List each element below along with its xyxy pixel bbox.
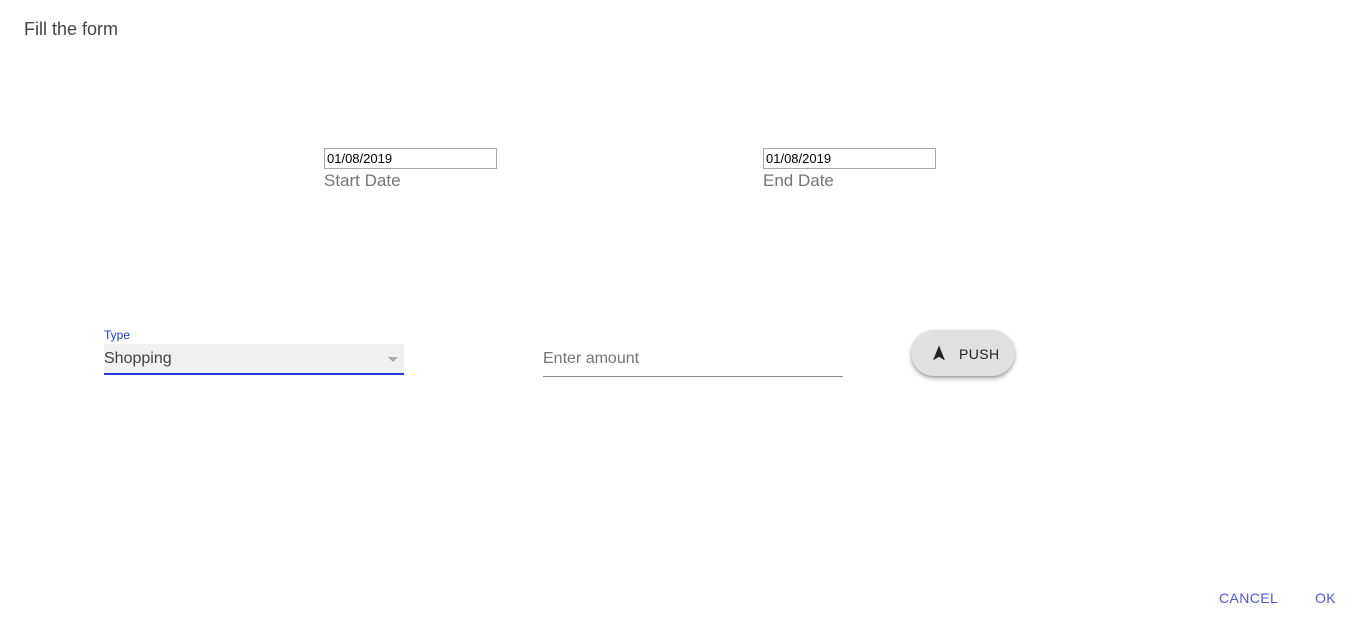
cancel-button[interactable]: CANCEL: [1219, 590, 1278, 606]
ok-button[interactable]: OK: [1315, 590, 1336, 606]
end-date-input[interactable]: [763, 148, 936, 169]
end-date-label: End Date: [763, 171, 834, 190]
type-selected-value: Shopping: [104, 350, 172, 367]
push-button[interactable]: PUSH: [911, 330, 1015, 376]
type-label: Type: [104, 328, 131, 342]
amount-input[interactable]: [543, 344, 843, 374]
type-select[interactable]: Shopping: [104, 344, 404, 375]
type-field: Type Shopping: [104, 328, 404, 375]
start-date-group: Start Date: [324, 148, 499, 191]
start-date-label: Start Date: [324, 171, 401, 190]
end-date-group: End Date: [763, 148, 938, 191]
dropdown-caret-icon: [388, 357, 398, 362]
amount-field: [543, 344, 843, 377]
start-date-input[interactable]: [324, 148, 497, 169]
dialog-title: Fill the form: [24, 19, 119, 39]
push-button-label: PUSH: [959, 346, 1000, 362]
dialog: Fill the form Start Date End Date Type S…: [0, 0, 1366, 624]
navigation-arrow-icon: [933, 345, 945, 361]
